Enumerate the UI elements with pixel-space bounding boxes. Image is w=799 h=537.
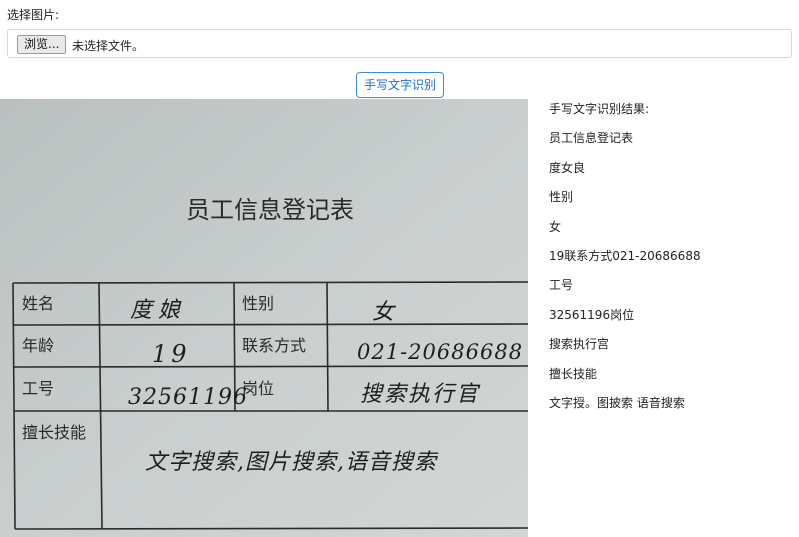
result-line: 擅长技能 (549, 366, 598, 381)
ocr-results-panel: 手写文字识别结果: 员工信息登记表 度女良 性别 女 19联系方式021-206… (549, 99, 794, 413)
label-skills: 擅长技能 (22, 423, 86, 442)
result-line: 员工信息登记表 (549, 131, 634, 146)
label-age: 年龄 (22, 336, 54, 355)
hand-name: 度娘 (130, 298, 186, 323)
file-status-text: 未选择文件。 (72, 39, 145, 53)
hand-gender: 女 (372, 300, 397, 325)
hand-skills: 文字搜索,图片搜索,语音搜索 (145, 450, 439, 475)
uploaded-photo: 员工信息登记表 姓名 性别 年龄 联系方式 工号 岗位 擅长技能 度娘 女 19… (0, 99, 528, 537)
result-line: 搜索执行宫 (549, 337, 610, 352)
result-line: 19联系方式021-20686688 (549, 248, 701, 263)
result-line: 性别 (549, 190, 574, 205)
results-title: 手写文字识别结果: (549, 102, 650, 116)
label-gender: 性别 (242, 294, 274, 313)
label-id: 工号 (22, 379, 54, 398)
select-image-label: 选择图片: (7, 8, 60, 22)
result-line: 工号 (549, 278, 574, 293)
label-contact: 联系方式 (242, 336, 306, 355)
label-name: 姓名 (22, 294, 54, 313)
browse-button[interactable]: 浏览... (17, 35, 67, 54)
hand-contact: 021-20686688 (357, 340, 523, 364)
file-input[interactable]: 浏览... 未选择文件。 (7, 29, 792, 58)
form-title: 员工信息登记表 (186, 196, 354, 224)
hand-id: 32561196 (128, 385, 248, 410)
hand-post: 搜索执行官 (360, 382, 481, 407)
result-line: 度女良 (549, 160, 586, 175)
result-line: 女 (549, 219, 562, 234)
result-line: 32561196岗位 (549, 307, 635, 322)
handwriting-ocr-button[interactable]: 手写文字识别 (356, 72, 444, 98)
result-line: 文字授。图披索 语音搜索 (549, 395, 685, 410)
hand-age: 19 (152, 340, 191, 368)
